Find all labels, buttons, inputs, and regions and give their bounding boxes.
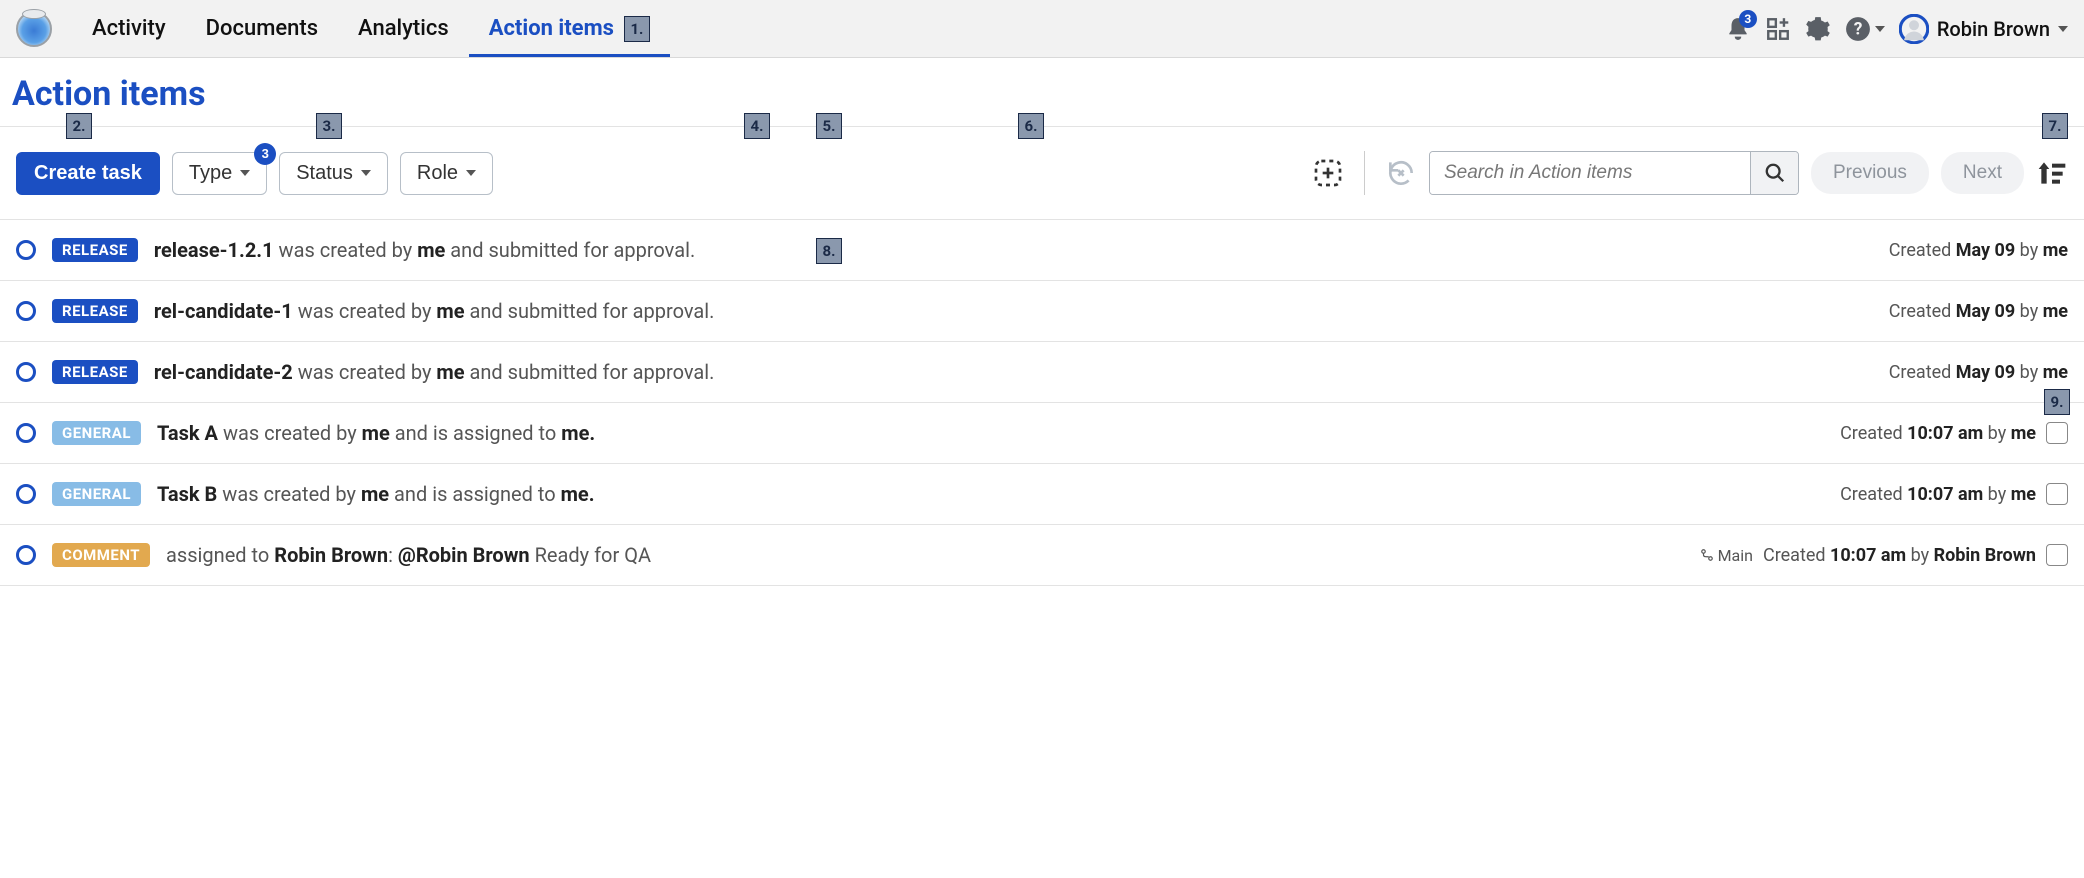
row-meta: Created May 09 by me [1889, 301, 2068, 322]
top-nav: Activity Documents Analytics Action item… [72, 0, 670, 57]
row-meta: Created May 09 by me [1889, 362, 2068, 383]
nav-action-items[interactable]: Action items 1. [469, 0, 670, 57]
add-selection-icon[interactable] [1312, 157, 1344, 189]
overlay-5: 5. [816, 113, 842, 139]
row-meta: MainCreated 10:07 am by Robin Brown [1700, 544, 2068, 566]
overlay-3: 3. [316, 113, 342, 139]
type-tag: GENERAL [52, 421, 141, 445]
row-description: release-1.2.1 was created by me and subm… [154, 238, 1873, 262]
status-circle-icon[interactable] [16, 545, 36, 565]
list-item[interactable]: GENERAL Task B was created by me and is a… [0, 464, 2084, 525]
status-circle-icon[interactable] [16, 362, 36, 382]
row-description: assigned to Robin Brown: @Robin Brown Re… [166, 543, 1684, 567]
sort-icon[interactable] [2036, 157, 2068, 189]
list-item[interactable]: RELEASE release-1.2.1 was created by me a… [0, 220, 2084, 281]
toolbar-area: 2. 3. 4. 5. 6. 7. Create task Type 3 Sta… [0, 126, 2084, 220]
filter-role-label: Role [417, 162, 458, 185]
list-item[interactable]: GENERAL Task A was created by me and is a… [0, 403, 2084, 464]
status-circle-icon[interactable] [16, 240, 36, 260]
app-logo[interactable] [16, 11, 52, 47]
user-menu[interactable]: Robin Brown [1899, 14, 2068, 44]
previous-button[interactable]: Previous [1811, 152, 1929, 194]
type-tag: RELEASE [52, 238, 138, 262]
chevron-down-icon [1875, 26, 1885, 32]
status-circle-icon[interactable] [16, 484, 36, 504]
overlay-7: 7. [2042, 113, 2068, 139]
row-checkbox[interactable] [2046, 483, 2068, 505]
row-meta: Created 10:07 am by me [1840, 483, 2068, 505]
topbar-right: 3 ? Robin Brown [1725, 14, 2068, 44]
chevron-down-icon [466, 170, 476, 176]
row-meta: Created May 09 by me [1889, 240, 2068, 261]
filter-type-badge: 3 [254, 143, 276, 165]
type-tag: RELEASE [52, 299, 138, 323]
overlay-8: 8. [816, 238, 842, 264]
list-item[interactable]: COMMENT assigned to Robin Brown: @Robin … [0, 525, 2084, 586]
chevron-down-icon [240, 170, 250, 176]
filter-type[interactable]: Type 3 [172, 152, 267, 195]
apps-icon[interactable] [1765, 16, 1791, 42]
row-checkbox[interactable] [2046, 544, 2068, 566]
notifications-count: 3 [1739, 10, 1757, 28]
action-item-list: RELEASE release-1.2.1 was created by me a… [0, 220, 2084, 586]
branch-chip: Main [1700, 546, 1753, 565]
nav-action-items-label: Action items [489, 16, 614, 41]
list-item[interactable]: RELEASE rel-candidate-1 was created by me… [0, 281, 2084, 342]
filter-type-label: Type [189, 162, 232, 185]
create-task-button[interactable]: Create task [16, 152, 160, 195]
topbar: Activity Documents Analytics Action item… [0, 0, 2084, 58]
avatar-icon [1899, 14, 1929, 44]
settings-icon[interactable] [1805, 16, 1831, 42]
chevron-down-icon [2058, 26, 2068, 32]
toolbar: Create task Type 3 Status Role P [16, 151, 2068, 195]
row-description: rel-candidate-2 was created by me and su… [154, 360, 1873, 384]
row-description: Task B was created by me and is assigned… [157, 482, 1824, 506]
overlay-2: 2. [66, 113, 92, 139]
chevron-down-icon [361, 170, 371, 176]
row-description: Task A was created by me and is assigned… [157, 421, 1824, 445]
notifications-icon[interactable]: 3 [1725, 16, 1751, 42]
overlay-9: 9. [2044, 389, 2070, 415]
user-name: Robin Brown [1937, 17, 2050, 41]
toolbar-divider [1364, 151, 1365, 195]
nav-documents[interactable]: Documents [186, 0, 338, 57]
filter-role[interactable]: Role [400, 152, 493, 195]
list-item[interactable]: RELEASE rel-candidate-2 was created by me… [0, 342, 2084, 403]
svg-text:?: ? [1854, 19, 1863, 39]
reset-icon[interactable] [1385, 157, 1417, 189]
type-tag: COMMENT [52, 543, 150, 567]
search-button[interactable] [1750, 152, 1798, 194]
row-checkbox[interactable] [2046, 422, 2068, 444]
type-tag: RELEASE [52, 360, 138, 384]
overlay-4: 4. [744, 113, 770, 139]
search-input[interactable] [1430, 152, 1750, 194]
filter-status[interactable]: Status [279, 152, 388, 195]
status-circle-icon[interactable] [16, 301, 36, 321]
search-box [1429, 151, 1799, 195]
nav-analytics[interactable]: Analytics [338, 0, 469, 57]
status-circle-icon[interactable] [16, 423, 36, 443]
row-meta: Created 10:07 am by me [1840, 422, 2068, 444]
row-description: rel-candidate-1 was created by me and su… [154, 299, 1873, 323]
help-icon[interactable]: ? [1845, 16, 1885, 42]
filter-status-label: Status [296, 162, 353, 185]
type-tag: GENERAL [52, 482, 141, 506]
nav-activity[interactable]: Activity [72, 0, 186, 57]
nav-action-items-badge: 1. [624, 16, 650, 42]
next-button[interactable]: Next [1941, 152, 2024, 194]
overlay-6: 6. [1018, 113, 1044, 139]
